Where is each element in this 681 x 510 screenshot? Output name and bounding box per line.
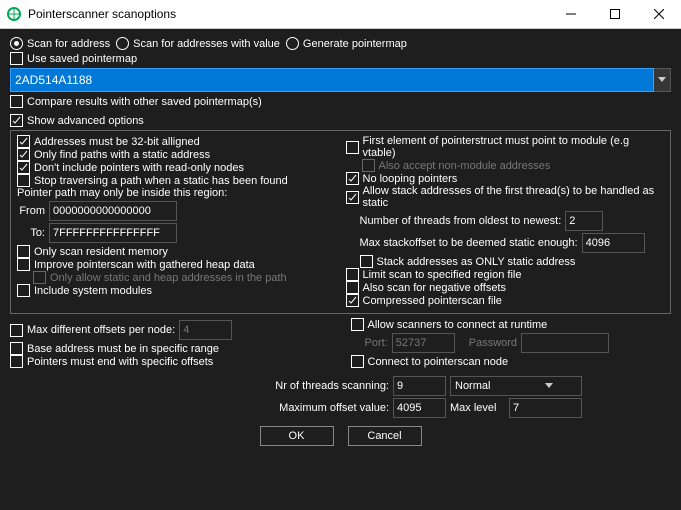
check-stack-only[interactable]: Stack addresses as ONLY static address <box>360 255 665 268</box>
check-compressed[interactable]: Compressed pointerscan file <box>346 294 665 307</box>
check-align32-label: Addresses must be 32-bit alligned <box>34 136 200 148</box>
minimize-button[interactable] <box>549 0 593 28</box>
check-stack-only-label: Stack addresses as ONLY static address <box>377 256 576 268</box>
check-base-range-label: Base address must be in specific range <box>27 343 219 355</box>
check-stop-static-label: Stop traversing a path when a static has… <box>34 175 288 187</box>
window-title: Pointerscanner scanoptions <box>28 7 549 21</box>
check-improve-heap[interactable]: Improve pointerscan with gathered heap d… <box>17 258 336 271</box>
check-no-readonly[interactable]: Don't include pointers with read-only no… <box>17 161 336 174</box>
check-connect-node-label: Connect to pointerscan node <box>368 356 509 368</box>
check-include-sys-label: Include system modules <box>34 285 152 297</box>
check-first-struct-label: First element of pointerstruct must poin… <box>363 135 665 159</box>
check-show-advanced-label: Show advanced options <box>27 115 144 127</box>
radio-generate-map[interactable]: Generate pointermap <box>286 37 407 50</box>
check-no-loop-label: No looping pointers <box>363 173 458 185</box>
from-input[interactable] <box>49 201 177 221</box>
window: Pointerscanner scanoptions Scan for addr… <box>0 0 681 510</box>
check-limit-region[interactable]: Limit scan to specified region file <box>346 268 665 281</box>
check-no-loop[interactable]: No looping pointers <box>346 172 665 185</box>
chevron-down-icon <box>516 383 581 389</box>
check-use-saved-map-label: Use saved pointermap <box>27 53 137 65</box>
address-input[interactable] <box>10 68 654 92</box>
ok-button[interactable]: OK <box>260 426 334 446</box>
max-level-label: Max level <box>450 402 505 414</box>
check-include-sys[interactable]: Include system modules <box>17 284 336 297</box>
max-diff-input <box>179 320 232 340</box>
password-label: Password <box>469 337 517 349</box>
app-icon <box>6 6 22 22</box>
max-offset-input[interactable] <box>393 398 446 418</box>
check-resident[interactable]: Only scan resident memory <box>17 245 336 258</box>
check-stop-static[interactable]: Stop traversing a path when a static has… <box>17 174 336 187</box>
to-label: To: <box>17 227 45 239</box>
check-use-saved-map[interactable]: Use saved pointermap <box>10 52 671 65</box>
radio-scan-address-label: Scan for address <box>27 38 110 50</box>
check-compare-results-label: Compare results with other saved pointer… <box>27 96 262 108</box>
check-static-path-label: Only find paths with a static address <box>34 149 210 161</box>
check-only-static-heap: Only allow static and heap addresses in … <box>33 271 336 284</box>
check-resident-label: Only scan resident memory <box>34 246 168 258</box>
threads-count-input[interactable] <box>565 211 603 231</box>
region-label: Pointer path may only be inside this reg… <box>17 187 336 199</box>
content: Scan for address Scan for addresses with… <box>0 29 681 456</box>
check-first-struct[interactable]: First element of pointerstruct must poin… <box>346 135 665 159</box>
scan-threads-input[interactable] <box>393 376 446 396</box>
close-button[interactable] <box>637 0 681 28</box>
priority-value: Normal <box>451 380 516 392</box>
from-label: From <box>17 205 45 217</box>
port-input <box>392 333 455 353</box>
check-limit-region-label: Limit scan to specified region file <box>363 269 522 281</box>
check-end-offsets[interactable]: Pointers must end with specific offsets <box>10 355 331 368</box>
threads-count-label: Number of threads from oldest to newest: <box>360 215 562 227</box>
check-align32[interactable]: Addresses must be 32-bit alligned <box>17 135 336 148</box>
to-input[interactable] <box>49 223 177 243</box>
check-accept-nonmod: Also accept non-module addresses <box>362 159 665 172</box>
radio-scan-address[interactable]: Scan for address <box>10 37 110 50</box>
check-allow-runtime-label: Allow scanners to connect at runtime <box>368 319 548 331</box>
check-improve-heap-label: Improve pointerscan with gathered heap d… <box>34 259 255 271</box>
stackoffset-label: Max stackoffset to be deemed static enou… <box>360 237 578 249</box>
radio-generate-map-label: Generate pointermap <box>303 38 407 50</box>
advanced-options-box: Addresses must be 32-bit alligned Only f… <box>10 130 671 314</box>
max-offset-label: Maximum offset value: <box>99 402 389 414</box>
password-input <box>521 333 609 353</box>
check-allow-stack-label: Allow stack addresses of the first threa… <box>363 185 665 209</box>
check-compressed-label: Compressed pointerscan file <box>363 295 502 307</box>
check-connect-node[interactable]: Connect to pointerscan node <box>351 355 672 368</box>
radio-scan-value[interactable]: Scan for addresses with value <box>116 37 280 50</box>
stackoffset-input[interactable] <box>582 233 645 253</box>
check-max-diff[interactable]: Max different offsets per node: <box>10 324 175 337</box>
check-only-static-heap-label: Only allow static and heap addresses in … <box>50 272 287 284</box>
check-allow-stack[interactable]: Allow stack addresses of the first threa… <box>346 185 665 209</box>
maximize-button[interactable] <box>593 0 637 28</box>
check-static-path[interactable]: Only find paths with a static address <box>17 148 336 161</box>
check-accept-nonmod-label: Also accept non-module addresses <box>379 160 551 172</box>
titlebar: Pointerscanner scanoptions <box>0 0 681 29</box>
check-neg-offsets[interactable]: Also scan for negative offsets <box>346 281 665 294</box>
check-allow-runtime[interactable]: Allow scanners to connect at runtime <box>351 318 672 331</box>
cancel-button[interactable]: Cancel <box>348 426 422 446</box>
address-dropdown-button[interactable] <box>654 68 671 92</box>
port-label: Port: <box>365 337 388 349</box>
check-max-diff-label: Max different offsets per node: <box>27 324 175 336</box>
check-no-readonly-label: Don't include pointers with read-only no… <box>34 162 244 174</box>
radio-scan-value-label: Scan for addresses with value <box>133 38 280 50</box>
check-show-advanced[interactable]: Show advanced options <box>10 114 671 127</box>
scan-threads-label: Nr of threads scanning: <box>99 380 389 392</box>
priority-select[interactable]: Normal <box>450 376 582 396</box>
check-base-range[interactable]: Base address must be in specific range <box>10 342 331 355</box>
check-neg-offsets-label: Also scan for negative offsets <box>363 282 507 294</box>
check-end-offsets-label: Pointers must end with specific offsets <box>27 356 213 368</box>
check-compare-results[interactable]: Compare results with other saved pointer… <box>10 95 671 108</box>
max-level-input[interactable] <box>509 398 582 418</box>
